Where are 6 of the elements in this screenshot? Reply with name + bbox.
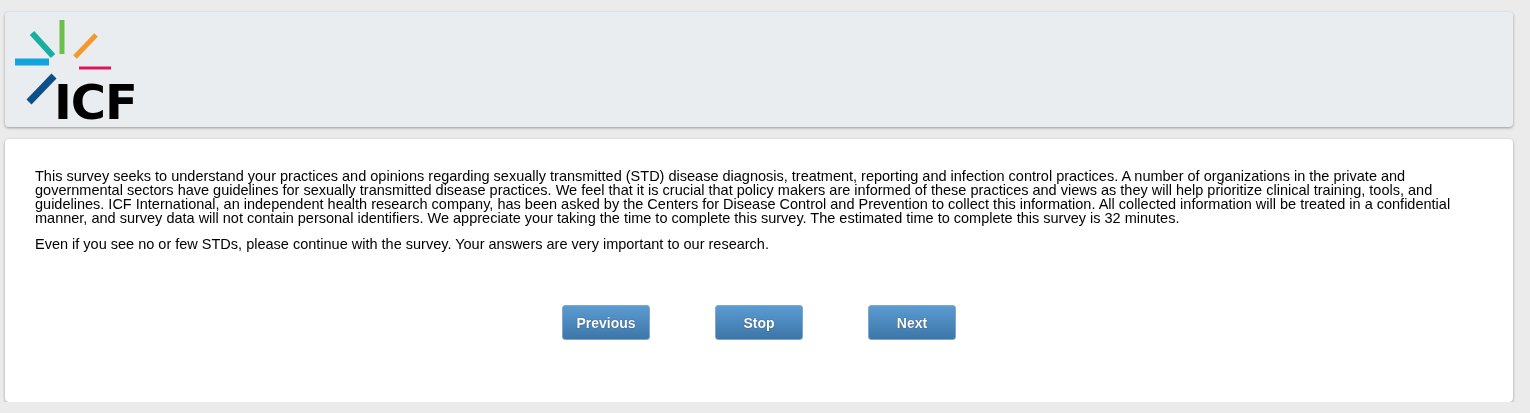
intro-paragraph: Even if you see no or few STDs, please continue with the survey. Your answers are very important to our research. <box>35 237 770 251</box>
nav-button[interactable]: Previous <box>562 305 650 340</box>
intro-paragraph: This survey seeks to understand your practices and opinions regarding sexually transmitted (STD) disease diagnosis, treatment, reporting and infection control practices. A number of organizations in the private and governmental sectors have guidelines for sexually transmitted disease practices. We feel that it is crucial that policy makers are informed of these practices and views as they will help prioritize clinical training, tools, and guidelines. ICF International, an independent health research company, has been asked by the Centers for Disease Control and Prevention to collect this information. All collected information will be treated in a confidential manner, and survey data will not contain personal identifiers. We appreciate your taking the time to complete this survey. The estimated time to complete this survey is 32 minutes. <box>35 169 1452 225</box>
logo-wordmark: ICF <box>54 78 137 126</box>
nav-button[interactable]: Stop <box>715 305 803 340</box>
nav-button[interactable]: Next <box>868 305 956 340</box>
